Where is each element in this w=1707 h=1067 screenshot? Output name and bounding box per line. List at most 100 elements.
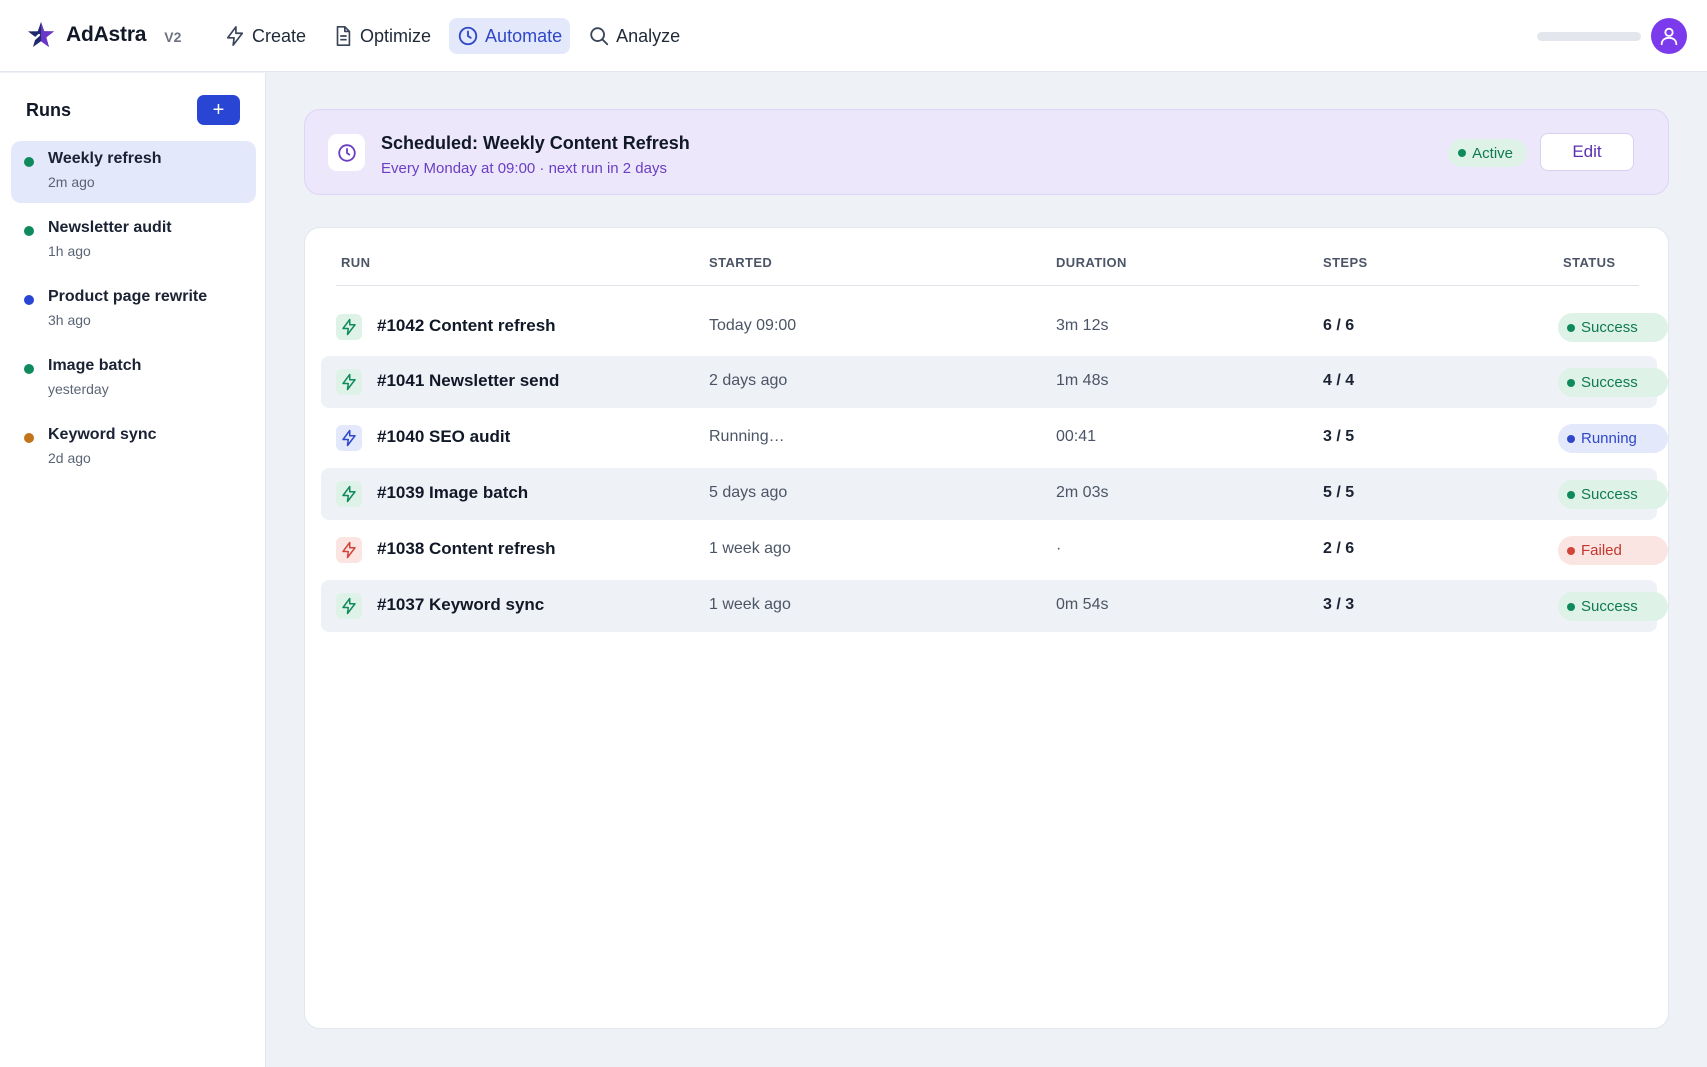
header-actions <box>1537 18 1687 54</box>
status-dot <box>24 295 34 305</box>
status-label: Failed <box>1581 542 1622 559</box>
sidebar-header: Runs + <box>26 95 240 125</box>
version-label: V2 <box>164 28 182 45</box>
status-dot <box>1458 149 1467 157</box>
status-badge: Failed <box>1558 536 1668 565</box>
runs-sidebar: Runs + Weekly refresh 2m ago Newsletter … <box>0 73 266 1067</box>
table-row[interactable]: #1041 Newsletter send 2 days ago 1m 48s … <box>321 356 1668 408</box>
column-duration[interactable]: DURATION <box>1056 255 1127 270</box>
status-dot <box>1567 546 1575 555</box>
nav-optimize-label: Optimize <box>360 25 432 46</box>
run-title[interactable]: #1038 Content refresh <box>377 539 556 559</box>
run-duration: 3m 12s <box>1056 317 1109 334</box>
user-icon <box>1660 27 1678 46</box>
bolt-icon <box>336 425 362 451</box>
status-label: Success <box>1581 486 1638 503</box>
run-name: Newsletter audit <box>48 219 172 236</box>
bolt-icon <box>336 593 362 619</box>
brand[interactable]: AdAstra V2 <box>26 20 181 50</box>
status-dot <box>24 157 34 167</box>
nav-create-label: Create <box>252 25 307 46</box>
table-row[interactable]: #1042 Content refresh Today 09:00 3m 12s… <box>321 301 1668 353</box>
run-duration: 00:41 <box>1056 428 1097 445</box>
nav-optimize[interactable]: Optimize <box>324 18 439 54</box>
sidebar-item-keyword-sync[interactable]: Keyword sync 2d ago <box>11 417 256 479</box>
column-started[interactable]: STARTED <box>709 255 772 270</box>
run-title[interactable]: #1039 Image batch <box>377 483 528 503</box>
nav-analyze[interactable]: Analyze <box>580 18 688 54</box>
table-row[interactable]: #1037 Keyword sync 1 week ago 0m 54s 3 /… <box>321 580 1668 632</box>
document-icon <box>336 26 351 46</box>
run-time: yesterday <box>48 381 109 397</box>
run-duration: · <box>1056 540 1062 557</box>
run-time: 2d ago <box>48 450 91 466</box>
run-steps: 6 / 6 <box>1323 317 1355 334</box>
edit-schedule-button[interactable]: Edit <box>1540 133 1634 171</box>
run-time: 1h ago <box>48 243 91 259</box>
run-title[interactable]: #1042 Content refresh <box>377 316 556 336</box>
run-list: Weekly refresh 2m ago Newsletter audit 1… <box>11 141 256 486</box>
sidebar-item-weekly-refresh[interactable]: Weekly refresh 2m ago <box>11 141 256 203</box>
status-label: Success <box>1581 319 1638 336</box>
runs-table: RUN STARTED DURATION STEPS STATUS #1042 … <box>304 227 1669 1029</box>
nav-automate-label: Automate <box>485 25 563 46</box>
run-steps: 2 / 6 <box>1323 540 1355 557</box>
status-badge: Running <box>1558 424 1668 453</box>
column-run[interactable]: RUN <box>341 255 370 270</box>
clock-icon <box>337 143 356 162</box>
status-dot <box>24 226 34 236</box>
run-name: Keyword sync <box>48 426 157 443</box>
column-status[interactable]: STATUS <box>1563 255 1615 270</box>
bolt-icon <box>336 481 362 507</box>
top-bar: AdAstra V2 Create Optimize Automate Anal… <box>0 0 1707 72</box>
add-run-button[interactable]: + <box>197 95 240 125</box>
run-started: 1 week ago <box>709 596 791 613</box>
run-duration: 0m 54s <box>1056 596 1109 613</box>
run-title[interactable]: #1040 SEO audit <box>377 427 510 447</box>
schedule-subtitle: Every Monday at 09:00 · next run in 2 da… <box>381 160 667 177</box>
table-row[interactable]: #1038 Content refresh 1 week ago · 2 / 6… <box>321 524 1668 576</box>
status-label: Success <box>1581 374 1638 391</box>
bolt-icon <box>336 537 362 563</box>
sidebar-item-product-page-rewrite[interactable]: Product page rewrite 3h ago <box>11 279 256 341</box>
schedule-title: Scheduled: Weekly Content Refresh <box>381 133 690 153</box>
status-badge: Success <box>1558 313 1668 342</box>
run-started: Running… <box>709 428 785 445</box>
nav-create[interactable]: Create <box>216 18 314 54</box>
sidebar-item-image-batch[interactable]: Image batch yesterday <box>11 348 256 410</box>
status-dot <box>1567 434 1575 443</box>
run-started: 1 week ago <box>709 540 791 557</box>
table-row[interactable]: #1039 Image batch 5 days ago 2m 03s 5 / … <box>321 468 1668 520</box>
main-nav: Create Optimize Automate Analyze <box>216 18 688 54</box>
run-title[interactable]: #1037 Keyword sync <box>377 595 544 615</box>
run-name: Image batch <box>48 357 142 374</box>
status-badge-label: Active <box>1472 144 1513 162</box>
status-label: Running <box>1581 430 1637 447</box>
status-badge: Active <box>1448 139 1527 167</box>
run-steps: 3 / 3 <box>1323 596 1355 613</box>
run-name: Weekly refresh <box>48 150 162 167</box>
sidebar-title: Runs <box>26 99 71 120</box>
table-row[interactable]: #1040 SEO audit Running… 00:41 3 / 5 Run… <box>321 412 1668 464</box>
run-started: 2 days ago <box>709 372 788 389</box>
nav-automate[interactable]: Automate <box>449 18 571 54</box>
column-steps[interactable]: STEPS <box>1323 255 1368 270</box>
avatar[interactable] <box>1651 18 1687 54</box>
nav-analyze-label: Analyze <box>616 25 681 46</box>
run-started: Today 09:00 <box>709 317 797 334</box>
status-badge: Success <box>1558 592 1668 621</box>
status-badge: Success <box>1558 368 1668 397</box>
schedule-icon-box <box>328 134 365 171</box>
schedule-card: Scheduled: Weekly Content Refresh Every … <box>304 109 1669 195</box>
run-duration: 1m 48s <box>1056 372 1109 389</box>
brand-name: AdAstra <box>66 23 147 46</box>
run-steps: 3 / 5 <box>1323 428 1355 445</box>
bolt-icon <box>336 369 362 395</box>
run-title[interactable]: #1041 Newsletter send <box>377 371 559 391</box>
run-time: 3h ago <box>48 312 91 328</box>
run-steps: 4 / 4 <box>1323 372 1355 389</box>
run-steps: 5 / 5 <box>1323 484 1355 501</box>
status-dot <box>1567 602 1575 611</box>
usage-bar <box>1537 31 1641 41</box>
sidebar-item-newsletter-audit[interactable]: Newsletter audit 1h ago <box>11 210 256 272</box>
